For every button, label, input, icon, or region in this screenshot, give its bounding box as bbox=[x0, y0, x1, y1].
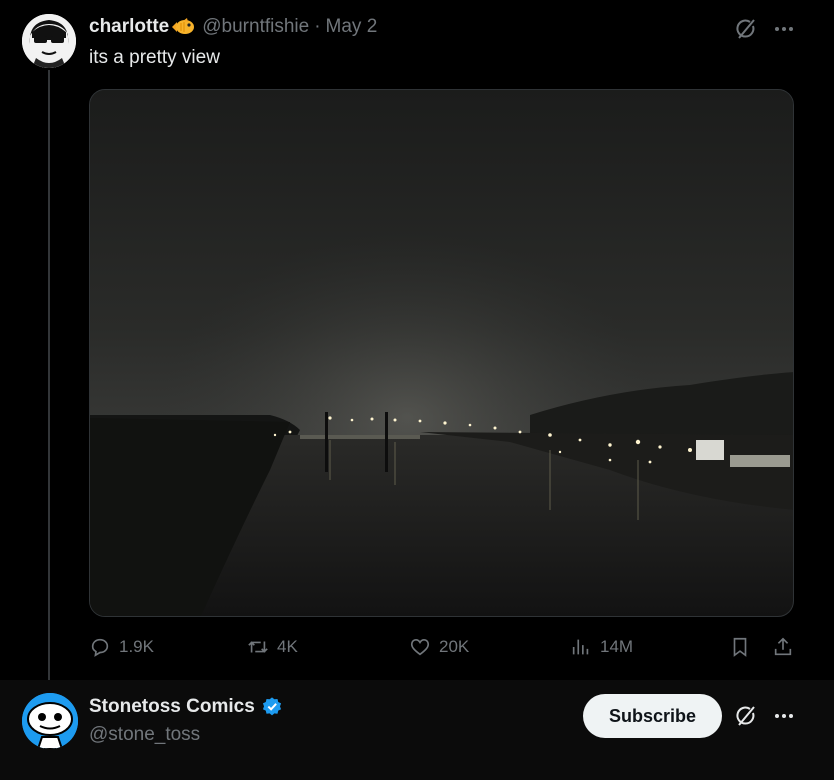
grok-icon-2[interactable] bbox=[733, 703, 759, 729]
like-count: 20K bbox=[439, 637, 470, 656]
post-header: charlotte @burntfishie · May 2 bbox=[89, 16, 377, 38]
repost-icon bbox=[248, 641, 268, 653]
more-options-icon-2[interactable] bbox=[771, 703, 797, 729]
reply-icon bbox=[91, 638, 109, 657]
share-icon bbox=[774, 637, 792, 656]
analytics-icon bbox=[572, 639, 589, 655]
stonetoss-avatar[interactable] bbox=[22, 693, 78, 749]
verified-badge-icon bbox=[261, 696, 283, 718]
share-button[interactable] bbox=[772, 636, 802, 658]
subscribe-button[interactable]: Subscribe bbox=[583, 694, 722, 738]
suggested-handle[interactable]: @stone_toss bbox=[89, 724, 200, 746]
post-text: its a pretty view bbox=[89, 47, 220, 68]
thread-line bbox=[48, 70, 50, 695]
bookmark-icon bbox=[733, 637, 747, 657]
separator-dot: · bbox=[314, 16, 321, 37]
post-actions: 1.9K 4K 20K 14M bbox=[89, 636, 799, 664]
reply-count: 1.9K bbox=[119, 637, 154, 656]
like-button[interactable]: 20K bbox=[409, 636, 469, 658]
author-avatar[interactable] bbox=[22, 14, 76, 68]
grok-icon[interactable] bbox=[733, 16, 759, 42]
fish-emoji-icon bbox=[170, 17, 196, 37]
author-handle[interactable]: @burntfishie bbox=[202, 16, 309, 38]
post[interactable]: charlotte @burntfishie · May 2 its a pre… bbox=[0, 0, 834, 695]
bookmark-button[interactable] bbox=[729, 636, 759, 658]
post-image[interactable] bbox=[89, 89, 794, 617]
suggested-name-row[interactable]: Stonetoss Comics bbox=[89, 696, 283, 718]
views-button[interactable]: 14M bbox=[570, 636, 633, 658]
author-name[interactable]: charlotte bbox=[89, 16, 169, 38]
heart-icon bbox=[410, 639, 430, 656]
reply-button[interactable]: 1.9K bbox=[89, 636, 154, 658]
post-date[interactable]: May 2 bbox=[326, 16, 378, 38]
more-options-icon[interactable] bbox=[771, 16, 797, 42]
repost-button[interactable]: 4K bbox=[247, 636, 298, 658]
repost-count: 4K bbox=[277, 637, 298, 656]
views-count: 14M bbox=[600, 637, 634, 656]
suggested-name[interactable]: Stonetoss Comics bbox=[89, 696, 255, 718]
